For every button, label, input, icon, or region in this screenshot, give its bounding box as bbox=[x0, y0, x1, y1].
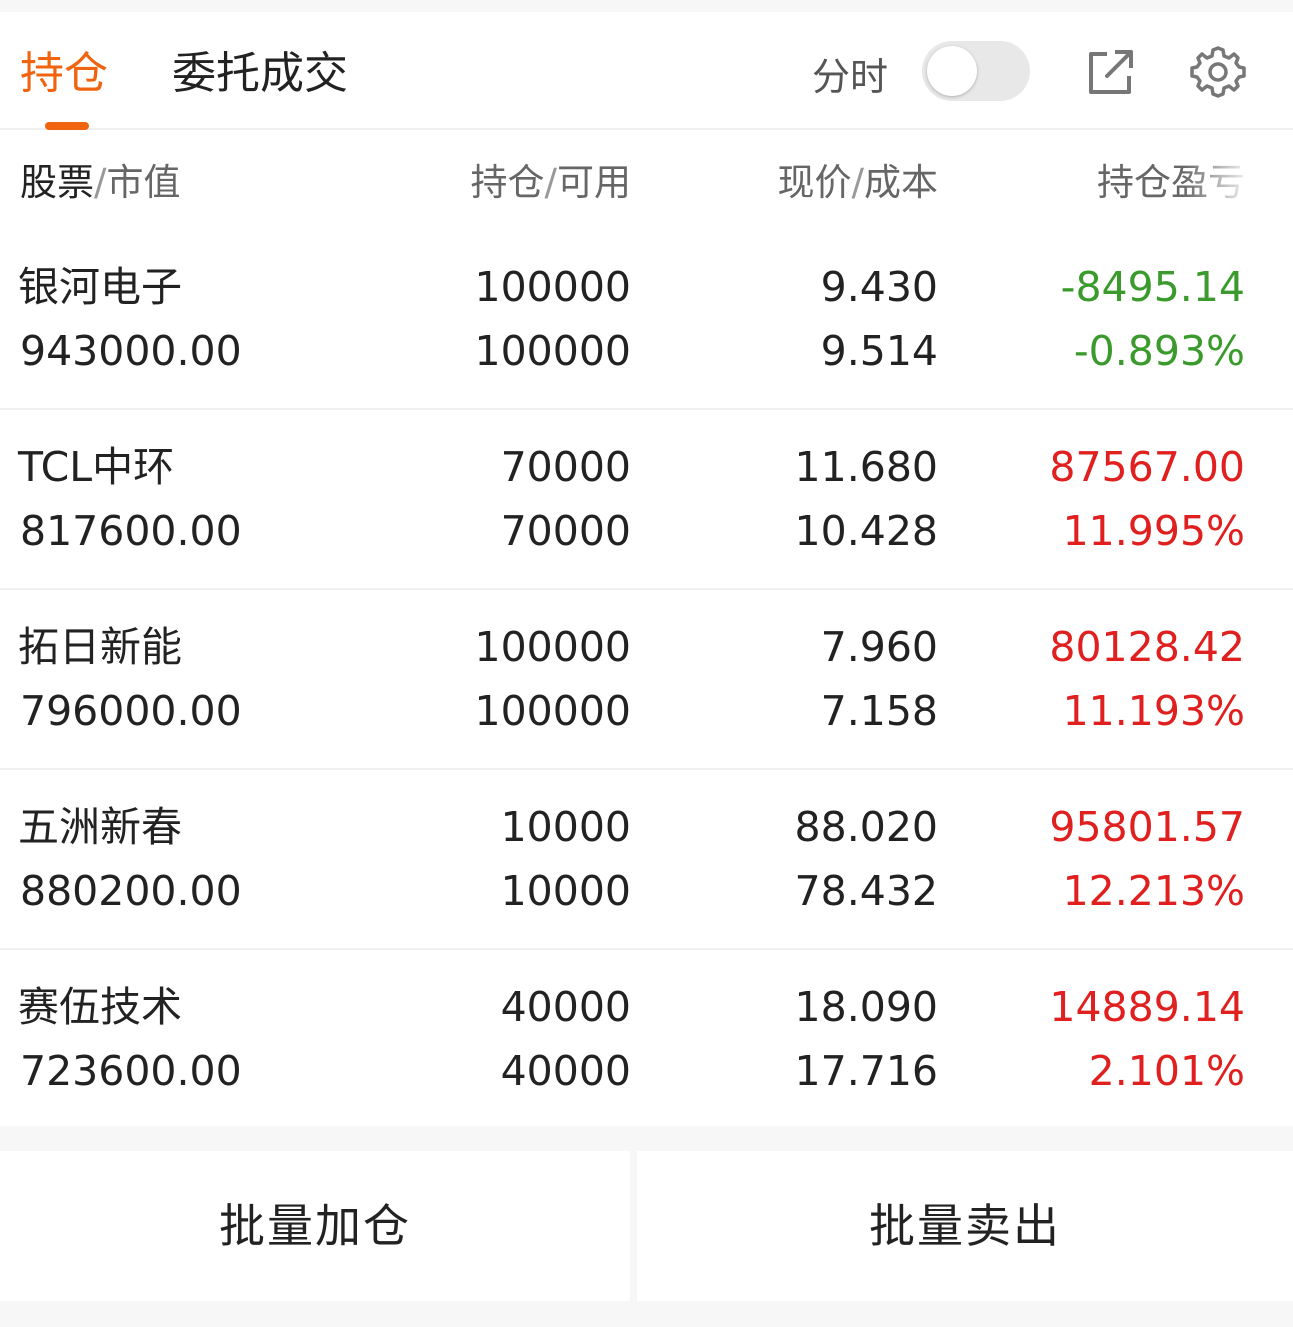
share-icon[interactable] bbox=[1083, 44, 1139, 100]
current-price: 9.430 bbox=[820, 263, 938, 311]
pnl-amount: 80128.42 bbox=[1049, 623, 1245, 671]
current-price: 18.090 bbox=[794, 983, 938, 1031]
market-value: 796000.00 bbox=[20, 687, 242, 735]
market-value: 880200.00 bbox=[20, 867, 242, 915]
column-header-position: 持仓/可用 bbox=[471, 158, 631, 208]
separator: / bbox=[94, 161, 107, 204]
position-row[interactable]: 五洲新春 880200.00 10000 10000 88.020 78.432… bbox=[0, 770, 1293, 950]
column-header-price: 现价/成本 bbox=[778, 158, 938, 208]
share-icon-graphic bbox=[1089, 50, 1133, 94]
market-value: 943000.00 bbox=[20, 327, 242, 375]
stock-name: TCL中环 bbox=[18, 443, 175, 491]
pnl-percent: 12.213% bbox=[1062, 867, 1245, 915]
current-price: 7.960 bbox=[820, 623, 938, 671]
column-position-label: 持仓 bbox=[470, 161, 545, 204]
position-row[interactable]: 拓日新能 796000.00 100000 100000 7.960 7.158… bbox=[0, 590, 1293, 770]
available-qty: 70000 bbox=[500, 507, 631, 555]
column-available-label: 可用 bbox=[557, 161, 631, 204]
positions-list: 银河电子 943000.00 100000 100000 9.430 9.514… bbox=[0, 230, 1293, 1124]
column-price-label: 现价 bbox=[777, 161, 852, 204]
holdings-panel: 持仓 委托成交 分时 股票/市值 持仓/可用 现价/成本 持仓盈亏 银河电子 9… bbox=[0, 12, 1293, 1126]
gear-icon-graphic bbox=[1190, 46, 1246, 98]
current-price: 88.020 bbox=[794, 803, 938, 851]
available-qty: 100000 bbox=[474, 327, 631, 375]
separator: / bbox=[851, 161, 864, 204]
header-fade-overlay bbox=[1183, 152, 1253, 212]
position-row[interactable]: 赛伍技术 723600.00 40000 40000 18.090 17.716… bbox=[0, 950, 1293, 1124]
available-qty: 10000 bbox=[500, 867, 631, 915]
position-qty: 40000 bbox=[500, 983, 631, 1031]
batch-add-button[interactable]: 批量加仓 bbox=[0, 1151, 630, 1301]
current-price: 11.680 bbox=[794, 443, 938, 491]
cost-price: 7.158 bbox=[820, 687, 938, 735]
pnl-percent: -0.893% bbox=[1073, 327, 1245, 375]
market-value: 723600.00 bbox=[20, 1047, 242, 1095]
position-qty: 100000 bbox=[474, 263, 631, 311]
available-qty: 40000 bbox=[500, 1047, 631, 1095]
pnl-percent: 11.193% bbox=[1062, 687, 1245, 735]
position-row[interactable]: 银河电子 943000.00 100000 100000 9.430 9.514… bbox=[0, 230, 1293, 410]
column-stock-label: 股票 bbox=[20, 161, 94, 204]
pnl-percent: 2.101% bbox=[1088, 1047, 1245, 1095]
gear-icon[interactable] bbox=[1190, 44, 1246, 100]
cost-price: 9.514 bbox=[820, 327, 938, 375]
active-tab-indicator bbox=[45, 122, 89, 130]
tab-holdings[interactable]: 持仓 bbox=[20, 46, 108, 102]
tab-orders[interactable]: 委托成交 bbox=[172, 46, 348, 102]
column-market-value-label: 市值 bbox=[106, 161, 181, 204]
pnl-amount: 95801.57 bbox=[1049, 803, 1245, 851]
stock-name: 银河电子 bbox=[18, 263, 182, 311]
market-value: 817600.00 bbox=[20, 507, 242, 555]
header-bar: 持仓 委托成交 分时 bbox=[0, 12, 1293, 130]
pnl-percent: 11.995% bbox=[1062, 507, 1245, 555]
pnl-amount: -8495.14 bbox=[1060, 263, 1245, 311]
cost-price: 10.428 bbox=[794, 507, 938, 555]
timeshare-toggle[interactable] bbox=[922, 41, 1030, 101]
available-qty: 100000 bbox=[474, 687, 631, 735]
pnl-amount: 87567.00 bbox=[1049, 443, 1245, 491]
position-row[interactable]: TCL中环 817600.00 70000 70000 11.680 10.42… bbox=[0, 410, 1293, 590]
toggle-knob bbox=[927, 46, 977, 96]
separator: / bbox=[544, 161, 557, 204]
column-header-stock: 股票/市值 bbox=[20, 158, 180, 208]
position-qty: 100000 bbox=[474, 623, 631, 671]
position-qty: 10000 bbox=[500, 803, 631, 851]
column-cost-label: 成本 bbox=[864, 161, 938, 204]
batch-sell-button[interactable]: 批量卖出 bbox=[637, 1151, 1293, 1301]
pnl-amount: 14889.14 bbox=[1049, 983, 1245, 1031]
stock-name: 五洲新春 bbox=[18, 803, 182, 851]
cost-price: 78.432 bbox=[794, 867, 938, 915]
stock-name: 拓日新能 bbox=[18, 623, 182, 671]
stock-name: 赛伍技术 bbox=[18, 983, 182, 1031]
timeshare-label: 分时 bbox=[812, 55, 889, 99]
cost-price: 17.716 bbox=[794, 1047, 938, 1095]
position-qty: 70000 bbox=[500, 443, 631, 491]
